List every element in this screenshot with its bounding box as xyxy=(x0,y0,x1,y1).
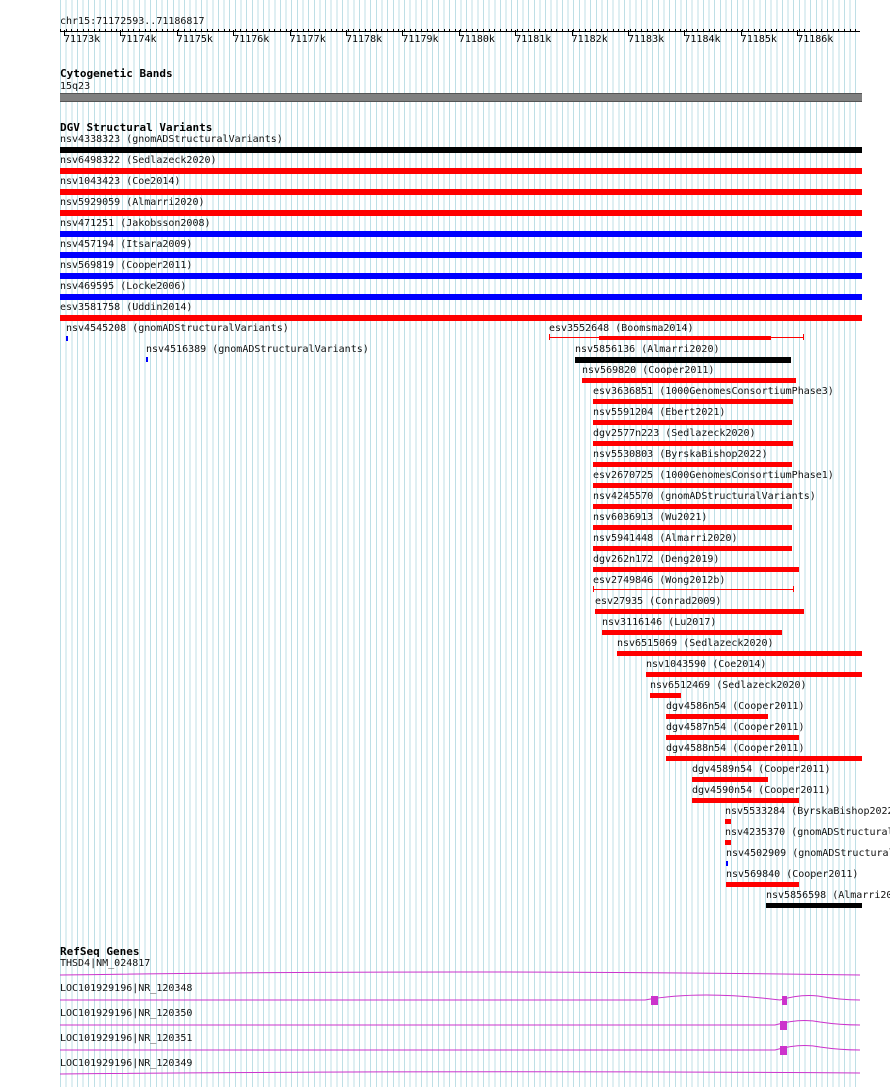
gene-intron-line[interactable] xyxy=(59,1071,861,1075)
gene-exon[interactable] xyxy=(780,1046,787,1055)
gene-exon[interactable] xyxy=(782,996,787,1005)
gene-models xyxy=(59,971,861,1075)
gene-intron-line[interactable] xyxy=(60,1045,861,1051)
gene-exon[interactable] xyxy=(780,1021,787,1030)
gene-intron-line[interactable] xyxy=(59,971,861,976)
gene-intron-line[interactable] xyxy=(60,994,861,1001)
genome-browser-view: chr15:71172593..71186817 71173k 71174k 711… xyxy=(0,0,890,1087)
gene-exon[interactable] xyxy=(651,996,658,1005)
gene-intron-line[interactable] xyxy=(60,1020,861,1026)
